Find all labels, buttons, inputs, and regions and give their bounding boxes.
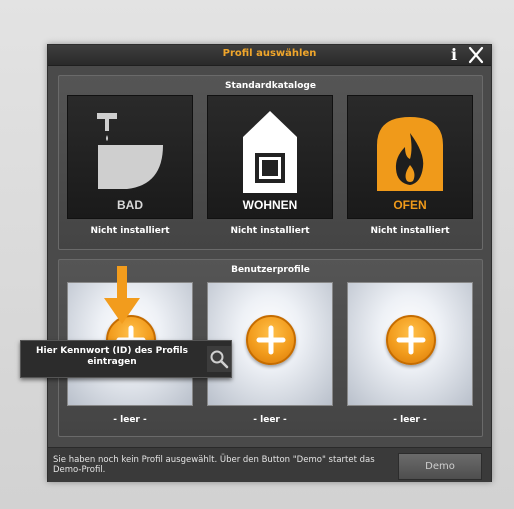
standard-catalogs-heading: Standardkataloge xyxy=(225,81,316,91)
arrow-down-icon xyxy=(104,266,140,324)
profile-dialog: Profil auswählen i Standardkataloge BAD … xyxy=(47,44,492,482)
catalog-word: WOHNEN xyxy=(242,198,298,212)
add-profile-button[interactable] xyxy=(246,315,296,365)
standard-catalogs-panel: Standardkataloge BAD Nicht installiert W… xyxy=(58,75,483,250)
status-bar: Sie haben noch kein Profil ausgewählt. Ü… xyxy=(48,447,491,482)
search-icon[interactable] xyxy=(207,346,231,372)
catalog-tile-wohnen[interactable]: WOHNEN Nicht installiert xyxy=(207,95,333,249)
info-icon[interactable]: i xyxy=(447,46,461,64)
catalog-word: BAD xyxy=(117,198,143,212)
close-icon[interactable] xyxy=(466,45,486,65)
profile-id-tooltip[interactable]: Hier Kennwort (ID) des Profils eintragen xyxy=(20,340,232,378)
catalog-tile-image: WOHNEN xyxy=(207,95,333,219)
plus-icon xyxy=(256,325,286,355)
catalog-word: OFEN xyxy=(393,198,427,212)
title-bar: Profil auswählen i xyxy=(48,45,491,66)
dialog-title: Profil auswählen xyxy=(222,48,317,59)
profile-slot-caption: - leer - xyxy=(113,415,147,425)
catalog-tile-ofen[interactable]: OFEN Nicht installiert xyxy=(347,95,473,249)
plus-icon xyxy=(396,325,426,355)
catalog-tile-image: OFEN xyxy=(347,95,473,219)
profile-slot-caption: - leer - xyxy=(253,415,287,425)
catalog-tile-bad[interactable]: BAD Nicht installiert xyxy=(67,95,193,249)
tooltip-text: Hier Kennwort (ID) des Profils eintragen xyxy=(36,346,188,367)
profile-slot-background xyxy=(347,282,473,406)
catalog-tile-image: BAD xyxy=(67,95,193,219)
catalog-status: Nicht installiert xyxy=(90,226,170,236)
demo-button[interactable]: Demo xyxy=(398,453,482,480)
catalog-status: Nicht installiert xyxy=(370,226,450,236)
user-profile-slot[interactable]: - leer - xyxy=(347,282,473,436)
profile-slot-caption: - leer - xyxy=(393,415,427,425)
add-profile-button[interactable] xyxy=(386,315,436,365)
catalog-status: Nicht installiert xyxy=(230,226,310,236)
status-message: Sie haben noch kein Profil ausgewählt. Ü… xyxy=(53,455,375,475)
